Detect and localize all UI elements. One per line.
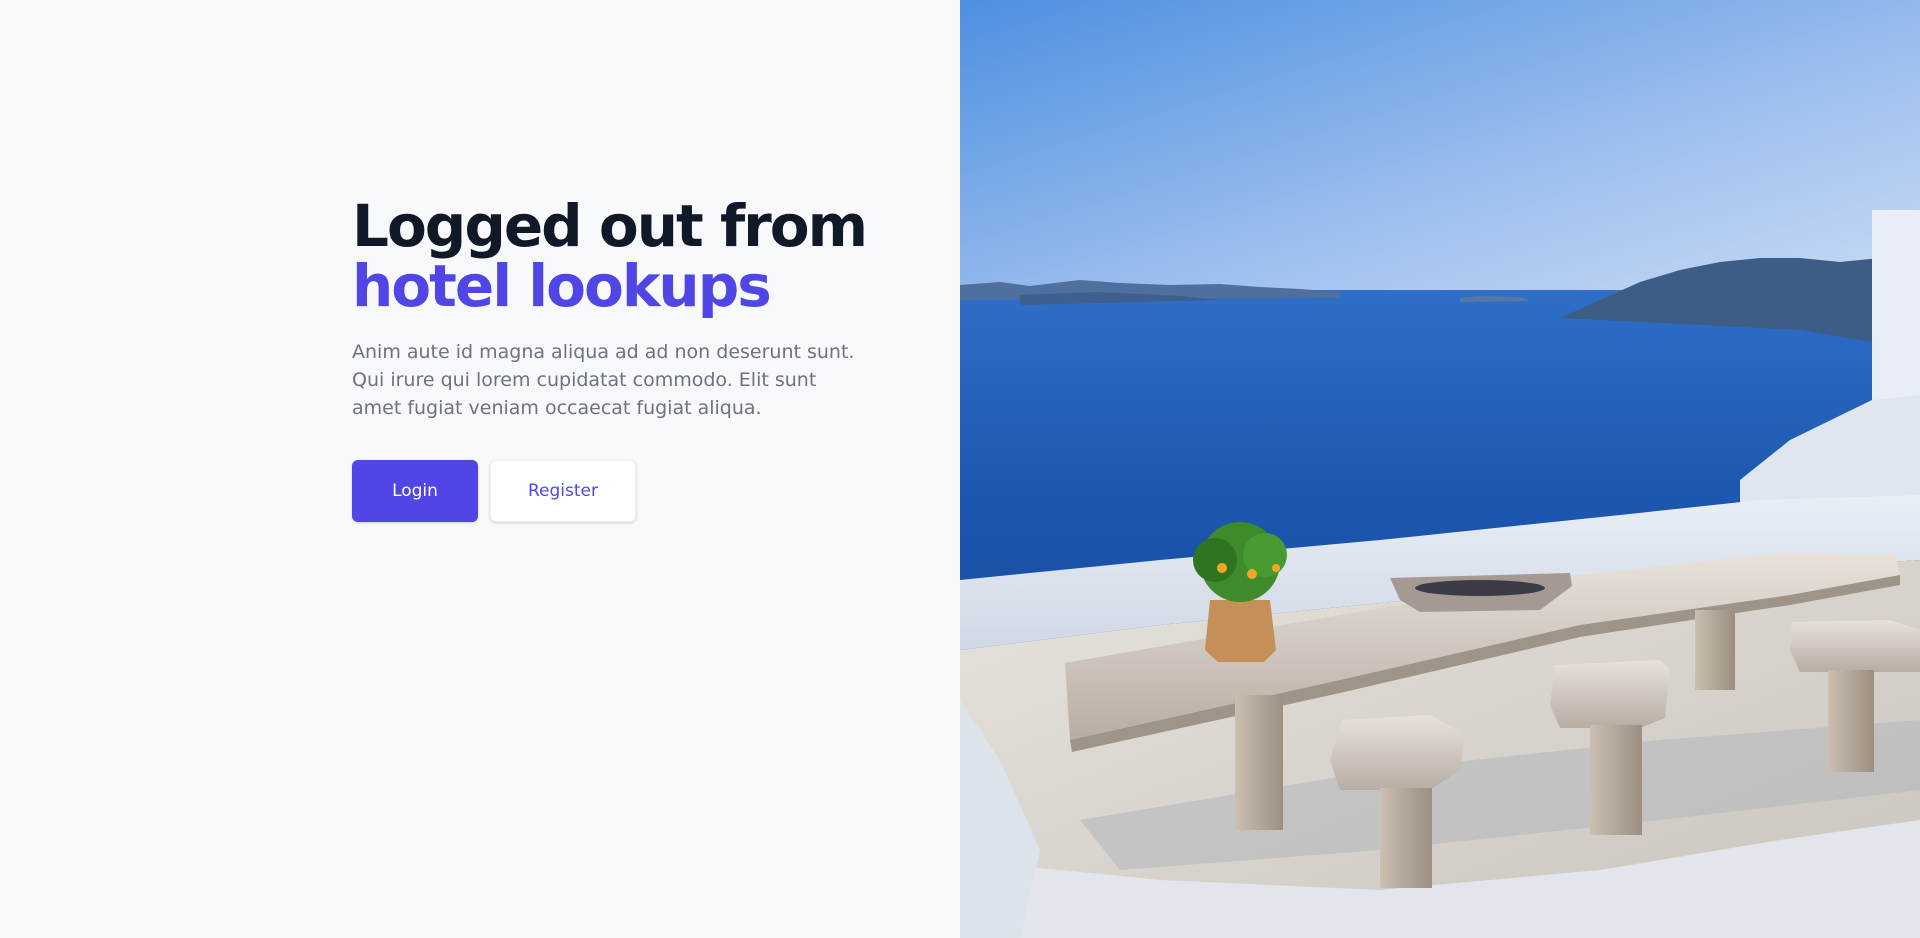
plant-leaves [1193, 538, 1237, 582]
orange-fruit [1217, 563, 1227, 573]
page-title: Logged out from hotel lookups [352, 196, 872, 316]
login-button[interactable]: Login [352, 460, 478, 522]
stool-seat-3 [1790, 620, 1920, 672]
table-leg [1235, 695, 1283, 830]
stool-seat-2 [1550, 660, 1670, 728]
hero-description: Anim aute id magna aliqua ad ad non dese… [352, 341, 855, 419]
sky [960, 0, 1920, 300]
stool-seat [1330, 715, 1465, 790]
terrace-sea-view-image [960, 0, 1920, 938]
left-panel: Logged out from hotel lookups Anim aute … [0, 0, 960, 938]
hero-content: Logged out from hotel lookups Anim aute … [352, 196, 872, 522]
title-line-1: Logged out from [352, 192, 868, 260]
register-button[interactable]: Register [490, 460, 636, 522]
action-buttons: Login Register [352, 460, 872, 522]
title-line-2-highlight: hotel lookups [352, 252, 772, 320]
stool-leg-3 [1828, 670, 1874, 772]
black-stones [1415, 580, 1545, 596]
table-leg-2 [1695, 610, 1735, 690]
logout-page: Logged out from hotel lookups Anim aute … [0, 0, 1920, 938]
hero-image [960, 0, 1920, 938]
orange-fruit-2 [1247, 569, 1257, 579]
stool-leg [1380, 788, 1432, 888]
orange-fruit-3 [1272, 564, 1280, 572]
plant-pot [1205, 600, 1276, 662]
stool-leg-2 [1590, 725, 1642, 835]
